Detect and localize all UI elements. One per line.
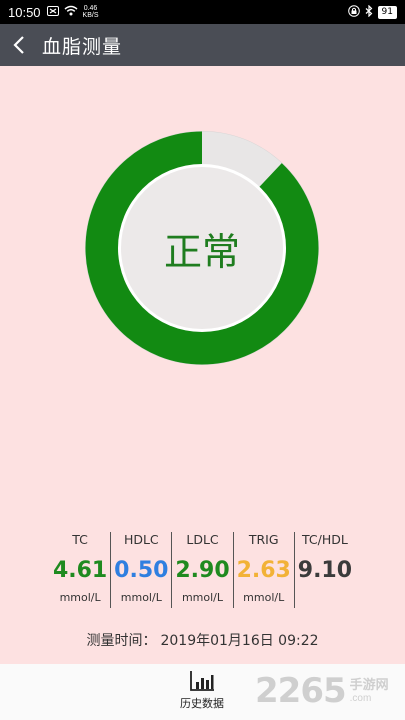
metrics-row: TC 4.61 mmol/L HDLC 0.50 mmol/L LDLC 2.90 mmol/L… (50, 532, 355, 608)
battery-indicator: 91 (377, 5, 397, 19)
back-arrow-icon (13, 36, 24, 54)
page-title: 血脂测量 (42, 35, 123, 58)
metric-name: TC/HDL (301, 532, 348, 547)
metric-name: TC (72, 532, 88, 547)
metric-tc: TC 4.61 mmol/L (50, 532, 110, 608)
metric-tc-hdl: TC/HDL 9.10 (293, 532, 355, 608)
wifi-icon (64, 5, 78, 19)
metric-name: LDLC (186, 532, 219, 547)
metric-name: HDLC (123, 532, 159, 547)
metric-trig: TRIG 2.63 mmol/L (232, 532, 294, 608)
net-speed-value: 0.46 (83, 5, 98, 12)
metric-unit: mmol/L (243, 591, 285, 604)
metric-value: 0.50 (114, 558, 169, 583)
metric-value: 2.90 (175, 558, 230, 583)
metric-value: 2.63 (236, 558, 291, 583)
metric-ldlc: LDLC 2.90 mmol/L (171, 532, 232, 608)
lock-icon (347, 4, 360, 20)
measure-time: 测量时间： 2019年01月16日 09:22 (0, 630, 405, 650)
history-button[interactable]: 历史数据 (172, 670, 232, 716)
watermark-number: 2265 (255, 671, 347, 711)
bar-chart-icon (190, 671, 214, 691)
site-watermark: 2265 手游网 .com (255, 668, 389, 714)
status-bar: 10:50 0.46 KB/S 91 (0, 0, 405, 24)
back-button[interactable] (0, 24, 38, 66)
measure-time-value: 2019年01月16日 09:22 (160, 633, 319, 649)
app-bar: 血脂测量 (0, 24, 405, 66)
watermark-name: 手游网 (349, 677, 389, 693)
net-speed: 0.46 KB/S (83, 5, 99, 19)
bluetooth-icon (365, 4, 373, 20)
net-speed-unit: KB/S (82, 12, 99, 19)
metric-value: 9.10 (297, 558, 353, 583)
measure-time-label: 测量时间： (86, 633, 157, 649)
history-label: 历史数据 (180, 697, 224, 710)
metric-unit: mmol/L (59, 591, 101, 604)
metric-unit: mmol/L (181, 591, 224, 604)
notification-icon (46, 5, 59, 19)
metric-hdlc: HDLC 0.50 mmol/L (110, 532, 171, 608)
metric-value: 4.61 (52, 558, 108, 583)
metric-name: TRIG (248, 532, 279, 547)
watermark-domain: .com (349, 692, 372, 704)
status-time: 10:50 (8, 4, 41, 20)
bottom-bar: 历史数据 2265 手游网 .com (0, 664, 405, 720)
status-label: 正常 (163, 229, 240, 274)
metric-unit: mmol/L (120, 591, 162, 604)
